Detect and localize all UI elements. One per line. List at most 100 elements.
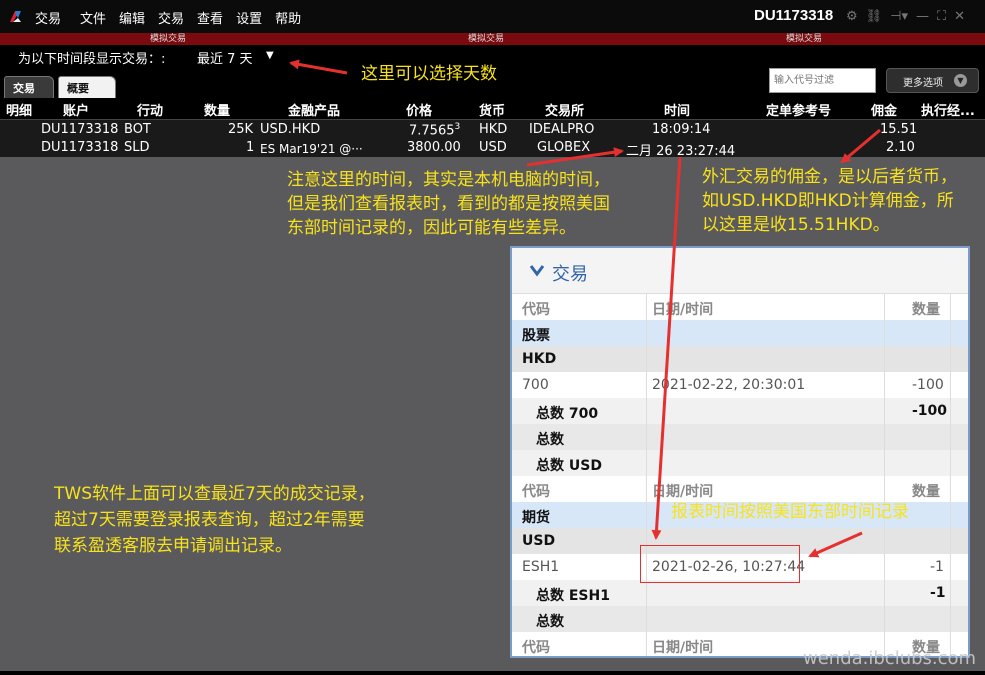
column-divider [646,294,647,656]
currency-label: USD [522,533,556,549]
annotation-fx-line-3: 以这里是收15.51HKD。 [702,215,890,235]
cell-account: DU1173318 [41,140,119,155]
report-cell-code: ESH1 [522,559,560,575]
report-total-row: 总数 [512,606,968,632]
currency-label: HKD [522,351,557,367]
tab-trades[interactable]: 交易 [4,76,54,98]
tws-logo-icon [10,11,21,22]
col-commission[interactable]: 佣金 [871,100,897,119]
statement-report-panel: 交易 代码 日期/时间 数量 股票 HKD 700 2021-02-22, 20… [510,246,970,658]
total-qty: -1 [930,585,946,601]
col-price[interactable]: 价格 [406,100,432,119]
trades-table-body: DU1173318 BOT 25K USD.HKD 7.75653 HKD ID… [0,120,985,159]
chevron-down-icon[interactable] [529,263,545,277]
category-label: 期货 [522,510,550,526]
sim-label: 模拟交易 [468,34,505,44]
title-bar: 交易 文件 编辑 交易 查看 设置 帮助 DU1173318 ⚙ ⛓ ⊣▾ — … [0,0,985,33]
cell-commission: 2.10 [886,140,915,155]
chevron-down-icon: ▼ [954,74,967,87]
col-product[interactable]: 金融产品 [288,100,340,119]
highlight-box [640,545,800,583]
total-label: 总数 USD [536,458,602,474]
cell-action: SLD [124,140,150,155]
maximize-icon[interactable]: ⛶ [937,9,946,24]
cell-time: 18:09:14 [652,122,711,137]
menu-trade[interactable]: 交易 [158,8,184,27]
col-detail[interactable]: 明细 [6,100,32,119]
cell-exchange: IDEALPRO [529,122,595,137]
column-divider [950,294,951,656]
col-exec-broker[interactable]: 执行经... [921,100,975,119]
report-col-code: 代码 [522,640,550,656]
cell-commission: 15.51 [880,122,918,137]
col-currency[interactable]: 货币 [479,100,505,119]
report-col-code: 代码 [522,484,550,500]
report-col-code: 代码 [522,302,550,318]
sim-label: 模拟交易 [150,34,187,44]
annotation-time-line-2: 但是我们查看报表时，看到的都是按照美国 [287,194,610,214]
annotation-tws-line-2: 超过7天需要登录报表查询，超过2年需要 [54,510,365,530]
col-time[interactable]: 时间 [664,100,690,119]
close-icon[interactable]: ✕ [954,9,965,24]
report-total-row: 总数 ESH1 -1 [512,580,968,606]
menu-bar: 文件 编辑 交易 查看 设置 帮助 [80,8,301,27]
report-col-qty: 数量 [912,302,940,318]
col-account[interactable]: 账户 [63,100,89,119]
report-cell-qty: -100 [912,377,944,393]
link-icon[interactable]: ⛓ [866,9,883,24]
window-controls: ⚙ ⛓ ⊣▾ — ⛶ ✕ [846,9,965,24]
annotation-tws-line-1: TWS软件上面可以查最近7天的成交记录， [54,484,375,504]
pin-icon[interactable]: ⊣▾ [890,9,908,24]
table-row[interactable]: DU1173318 BOT 25K USD.HKD 7.75653 HKD ID… [0,121,985,139]
report-cell-code: 700 [522,377,549,393]
report-col-qty: 数量 [912,484,940,500]
report-total-row: 总数 700 -100 [512,398,968,424]
report-col-datetime: 日期/时间 [652,484,714,500]
menu-edit[interactable]: 编辑 [119,8,145,27]
menu-file[interactable]: 文件 [80,8,106,27]
report-category-stocks: 股票 [512,320,968,346]
col-action[interactable]: 行动 [137,100,163,119]
report-total-row: 总数 [512,424,968,450]
tab-summary[interactable]: 概要 [58,76,116,98]
col-order-ref[interactable]: 定单参考号 [766,100,831,119]
report-title: 交易 [552,264,588,285]
annotation-tws-line-3: 联系盈透客服去申请调出记录。 [54,536,292,556]
col-exchange[interactable]: 交易所 [545,100,584,119]
period-dropdown[interactable]: 最近 7 天 [197,48,253,67]
total-label: 总数 ESH1 [536,588,610,604]
trades-table-header: 明细 账户 行动 数量 金融产品 价格 货币 交易所 时间 定单参考号 佣金 执… [0,98,985,120]
table-row[interactable]: DU1173318 SLD 1 ES Mar19'21 @··· 3800.00… [0,139,985,159]
caret-down-icon[interactable]: ▼ [266,50,274,61]
cell-exchange: GLOBEX [537,140,591,155]
column-divider [884,294,885,656]
price-value: 7.7565 [409,123,455,139]
menu-view[interactable]: 查看 [197,8,223,27]
cell-product: ES Mar19'21 @··· [260,142,363,156]
annotation-time-line-3: 东部时间记录的，因此可能有些差异。 [287,218,576,238]
account-id: DU1173318 [754,7,834,24]
menu-settings[interactable]: 设置 [236,8,262,27]
report-column-header: 代码 日期/时间 数量 [512,476,968,502]
annotation-days: 这里可以选择天数 [361,64,497,84]
more-options-label: 更多选项 [903,78,943,89]
cell-price: 3800.00 [407,140,461,155]
gear-icon[interactable]: ⚙ [846,9,858,24]
report-cell-datetime: 2021-02-22, 20:30:01 [652,377,806,393]
cell-account: DU1173318 [41,122,119,137]
window-title: 交易 [35,12,62,27]
price-fraction: 3 [454,122,461,132]
symbol-filter-input[interactable] [769,68,876,93]
sim-label: 模拟交易 [786,34,823,44]
total-label: 总数 [536,614,564,630]
total-label: 总数 [536,432,564,448]
col-quantity[interactable]: 数量 [204,100,230,119]
report-section-header[interactable]: 交易 [512,248,968,294]
annotation-fx-line-2: 如USD.HKD即HKD计算佣金，所 [702,191,954,211]
annotation-time-line-1: 注意这里的时间，其实是本机电脑的时间， [287,170,610,190]
report-currency-hkd: HKD [512,346,968,372]
menu-help[interactable]: 帮助 [275,8,301,27]
minimize-icon[interactable]: — [916,9,929,24]
simulated-trading-banner: 模拟交易 模拟交易 模拟交易 [0,33,985,45]
more-options-button[interactable]: 更多选项 ▼ [886,68,979,93]
